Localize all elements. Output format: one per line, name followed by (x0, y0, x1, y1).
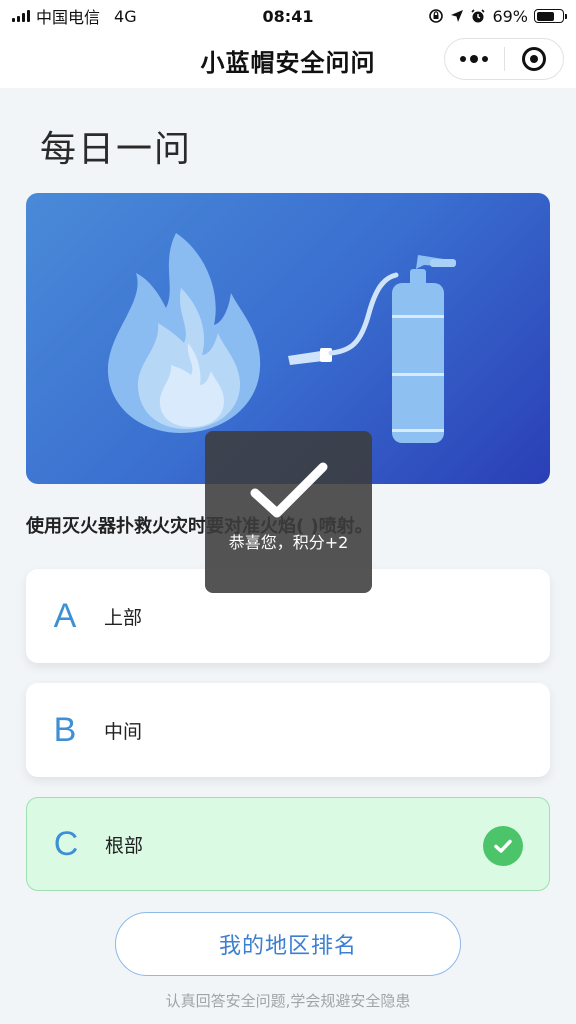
more-button[interactable] (445, 39, 504, 79)
footer-tip: 认真回答安全问题,学会规避安全隐患 (165, 992, 411, 1010)
status-bar: 中国电信 4G 08:41 69% (0, 0, 576, 32)
hose-icon (288, 272, 399, 365)
option-letter: A (53, 596, 77, 635)
nav-bar: 小蓝帽安全问问 (0, 32, 576, 88)
page-heading: 每日一问 (40, 129, 193, 170)
network-label: 4G (114, 6, 137, 26)
more-dots-icon (460, 55, 489, 63)
location-arrow-icon (451, 10, 464, 22)
success-toast: 恭喜您，积分+2 (205, 431, 372, 593)
close-mini-program-button[interactable] (505, 39, 564, 79)
option-text: 根部 (105, 834, 144, 857)
option-c[interactable]: C 根部 (26, 797, 550, 891)
toast-message: 恭喜您，积分+2 (228, 533, 349, 552)
option-letter: C (53, 824, 79, 863)
checkmark-icon (250, 462, 327, 518)
mini-program-capsule (444, 38, 564, 80)
my-region-rank-button[interactable]: 我的地区排名 (115, 912, 461, 976)
correct-check-icon (483, 826, 523, 866)
battery-percent: 69% (492, 6, 528, 26)
carrier-label: 中国电信 (36, 8, 101, 27)
option-letter: B (53, 710, 77, 749)
status-right: 69% (428, 6, 567, 26)
fire-icon (107, 233, 261, 433)
option-text: 上部 (104, 606, 143, 629)
battery-icon (534, 9, 567, 23)
option-b[interactable]: B 中间 (26, 683, 550, 777)
target-icon (521, 47, 546, 71)
orientation-lock-icon (429, 9, 444, 23)
nav-title: 小蓝帽安全问问 (200, 48, 376, 77)
signal-icon (12, 10, 30, 22)
alarm-icon (471, 9, 486, 23)
option-text: 中间 (104, 720, 143, 743)
status-left: 中国电信 4G (12, 4, 137, 28)
fire-extinguisher-icon (392, 255, 456, 443)
